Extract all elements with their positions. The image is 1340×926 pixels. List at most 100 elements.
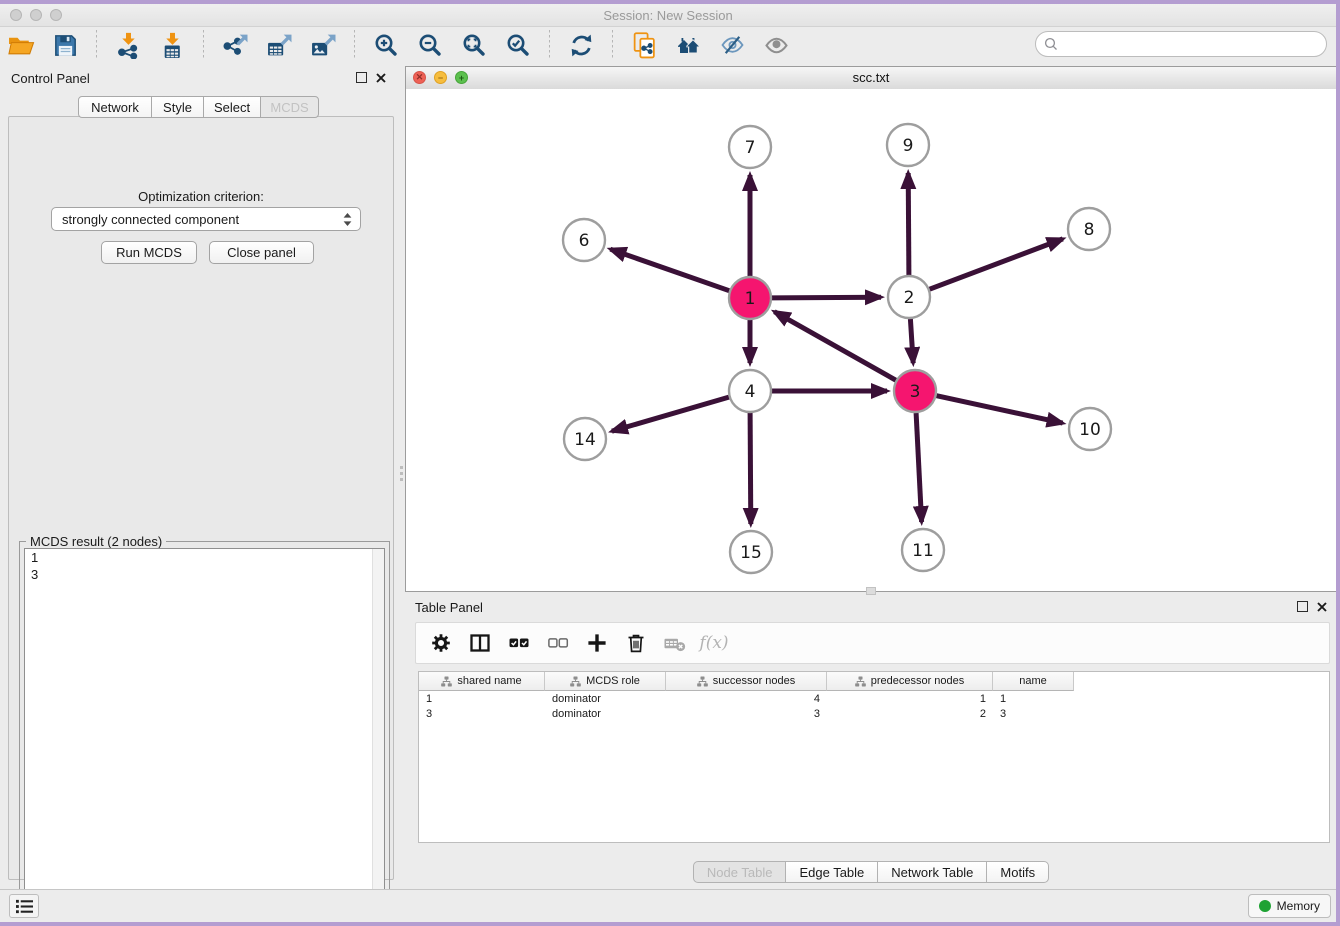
open-session-button[interactable] [7, 30, 35, 60]
table-cell[interactable]: 2 [827, 708, 993, 720]
column-header-shared-name[interactable]: shared name [419, 672, 545, 691]
new-network-from-selection-button[interactable] [630, 30, 658, 60]
table-settings-button[interactable] [429, 631, 453, 655]
save-session-button[interactable] [51, 30, 79, 60]
graph-node-14[interactable]: 14 [564, 418, 606, 460]
clone-network-icon [632, 32, 657, 59]
first-neighbors-button[interactable] [674, 30, 702, 60]
tab-network-table[interactable]: Network Table [877, 861, 987, 883]
table-cell[interactable]: 1 [993, 693, 1074, 705]
column-header-label: successor nodes [713, 675, 796, 687]
toggle-panes-button[interactable] [468, 631, 492, 655]
export-network-button[interactable] [221, 30, 249, 60]
column-type-icon [697, 676, 708, 687]
network-canvas[interactable]: 7 9 6 8 1 2 4 3 14 10 15 11 [406, 89, 1336, 591]
mcds-result-list[interactable]: 13 [24, 548, 385, 920]
graph-edge-4-15[interactable] [750, 413, 751, 524]
graph-edge-3-11[interactable] [916, 413, 922, 522]
select-all-button[interactable] [507, 631, 531, 655]
deselect-all-button[interactable] [546, 631, 570, 655]
close-panel-icon[interactable] [376, 73, 386, 83]
mcds-result-item[interactable]: 3 [25, 566, 384, 583]
mcds-result-item[interactable]: 1 [25, 549, 384, 566]
apply-layout-button[interactable] [567, 30, 595, 60]
export-table-button[interactable] [265, 30, 293, 60]
tab-node-table[interactable]: Node Table [693, 861, 787, 883]
unselect-all-icon [547, 632, 569, 654]
table-cell[interactable]: 3 [993, 708, 1074, 720]
graph-node-15[interactable]: 15 [730, 531, 772, 573]
column-type-icon [855, 676, 866, 687]
table-cell[interactable]: 3 [666, 708, 827, 720]
graph-edge-4-14[interactable] [612, 397, 729, 431]
tab-motifs[interactable]: Motifs [986, 861, 1049, 883]
graph-edge-3-10[interactable] [937, 396, 1063, 423]
zoom-fit-button[interactable] [460, 30, 488, 60]
graph-node-3[interactable]: 3 [894, 370, 936, 412]
export-image-button[interactable] [309, 30, 337, 60]
graph-edge-2-3[interactable] [910, 319, 913, 363]
table-row[interactable]: 1dominator411 [419, 691, 1329, 706]
hide-selected-button[interactable] [718, 30, 746, 60]
search-input[interactable] [1063, 36, 1318, 53]
table-cell[interactable]: 4 [666, 693, 827, 705]
table-header-row: shared nameMCDS role successor nodes prede… [419, 672, 1329, 691]
column-header-mcds-role[interactable]: MCDS role [545, 672, 666, 691]
graph-edge-1-2[interactable] [772, 297, 881, 298]
control-panel: Control Panel NetworkStyleSelectMCDS Opt… [2, 64, 398, 886]
graph-node-10[interactable]: 10 [1069, 408, 1111, 450]
table-cell[interactable]: dominator [545, 693, 666, 705]
graph-node-9[interactable]: 9 [887, 124, 929, 166]
column-header-successor-nodes[interactable]: successor nodes [666, 672, 827, 691]
save-icon [53, 33, 78, 58]
splitter-handle[interactable] [399, 462, 404, 484]
table-cell[interactable]: 1 [419, 693, 545, 705]
column-header-predecessor-nodes[interactable]: predecessor nodes [827, 672, 993, 691]
network-window-title: scc.txt [406, 70, 1336, 85]
graph-edge-2-9[interactable] [908, 173, 909, 275]
open-folder-icon [8, 33, 35, 58]
graph-edge-1-6[interactable] [610, 249, 729, 291]
result-scrollbar[interactable] [372, 549, 384, 919]
tab-edge-table[interactable]: Edge Table [785, 861, 878, 883]
tab-style[interactable]: Style [151, 96, 204, 118]
run-mcds-button[interactable]: Run MCDS [101, 241, 197, 264]
tab-mcds[interactable]: MCDS [260, 96, 319, 118]
import-table-button[interactable] [158, 30, 186, 60]
table-cell[interactable]: 1 [827, 693, 993, 705]
criterion-select[interactable]: strongly connected component [51, 207, 361, 231]
import-network-button[interactable] [114, 30, 142, 60]
zoom-selected-button[interactable] [504, 30, 532, 60]
tab-select[interactable]: Select [203, 96, 261, 118]
export-table-icon [266, 33, 292, 58]
table-row[interactable]: 3dominator323 [419, 706, 1329, 721]
tab-network[interactable]: Network [78, 96, 152, 118]
task-history-button[interactable] [9, 894, 39, 918]
network-graph: 7 9 6 8 1 2 4 3 14 10 15 11 [406, 89, 1335, 591]
table-cell[interactable]: dominator [545, 708, 666, 720]
float-panel-icon[interactable] [1297, 601, 1308, 612]
close-panel-button[interactable]: Close panel [209, 241, 314, 264]
float-panel-icon[interactable] [356, 72, 367, 83]
close-panel-icon[interactable] [1317, 602, 1327, 612]
svg-text:8: 8 [1084, 220, 1095, 240]
graph-node-6[interactable]: 6 [563, 219, 605, 261]
graph-node-4[interactable]: 4 [729, 370, 771, 412]
splitter-handle[interactable] [866, 587, 876, 595]
graph-node-11[interactable]: 11 [902, 529, 944, 571]
graph-edge-3-1[interactable] [774, 312, 895, 381]
show-all-button[interactable] [762, 30, 790, 60]
graph-node-7[interactable]: 7 [729, 126, 771, 168]
zoom-out-button[interactable] [416, 30, 444, 60]
zoom-in-button[interactable] [372, 30, 400, 60]
column-header-name[interactable]: name [993, 672, 1074, 691]
add-column-button[interactable] [585, 631, 609, 655]
delete-column-button[interactable] [624, 631, 648, 655]
table-cell[interactable]: 3 [419, 708, 545, 720]
graph-node-8[interactable]: 8 [1068, 208, 1110, 250]
memory-button[interactable]: Memory [1248, 894, 1331, 918]
toolbar-separator [203, 30, 204, 60]
graph-edge-2-8[interactable] [930, 239, 1063, 289]
graph-node-2[interactable]: 2 [888, 276, 930, 318]
graph-node-1[interactable]: 1 [729, 277, 771, 319]
